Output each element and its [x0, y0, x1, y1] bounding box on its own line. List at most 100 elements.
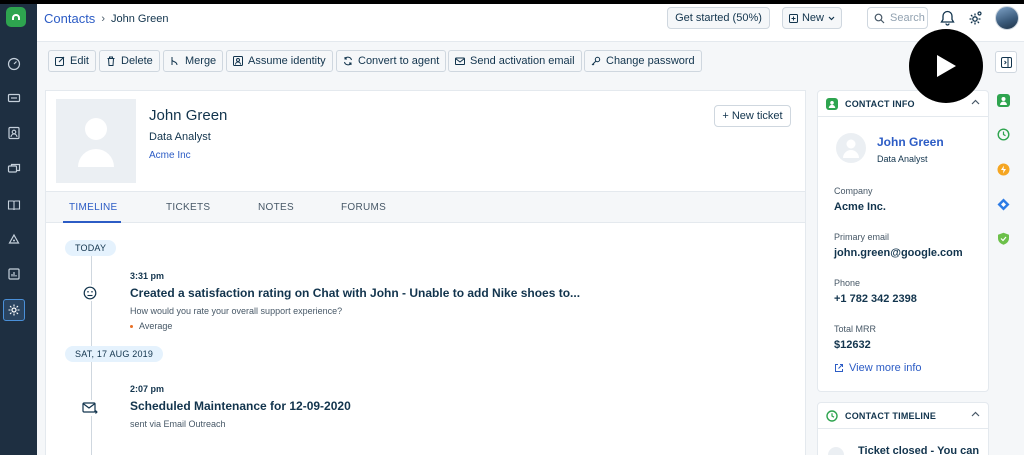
- timeline-day-sat: SAT, 17 AUG 2019: [65, 346, 164, 362]
- email-value: john.green@google.com: [834, 247, 963, 259]
- contact-avatar-placeholder: [836, 133, 866, 163]
- shield-rail-icon[interactable]: [996, 231, 1010, 245]
- plus-box-icon: [788, 13, 798, 23]
- collapse-sidebar-button[interactable]: [995, 51, 1017, 73]
- phone-value: +1 782 342 2398: [834, 293, 917, 305]
- trash-icon: [107, 56, 115, 66]
- person-placeholder-icon: [843, 139, 859, 158]
- send-activation-email-button[interactable]: Send activation email: [448, 50, 582, 72]
- get-started-button[interactable]: Get started (50%): [667, 7, 770, 29]
- contact-info-icon: [826, 97, 838, 110]
- active-tab-indicator: [63, 221, 121, 223]
- notifications-bell-icon[interactable]: [940, 10, 955, 31]
- contacts-icon[interactable]: [7, 126, 21, 140]
- delete-label: Delete: [121, 55, 153, 67]
- convert-to-agent-button[interactable]: Convert to agent: [336, 50, 447, 72]
- clock-icon: [826, 409, 838, 422]
- timeline-time: 2:07 pm: [130, 384, 165, 394]
- timeline-avatar: [828, 447, 844, 455]
- assume-identity-label: Assume identity: [248, 55, 326, 67]
- rating-dot: [130, 325, 133, 329]
- contact-timeline-panel: CONTACT TIMELINE Ticket closed - You can: [817, 402, 989, 455]
- plus-icon: +: [722, 110, 729, 122]
- contact-job-title: Data Analyst: [149, 131, 211, 143]
- dashboard-icon[interactable]: [7, 57, 21, 71]
- freshdesk-logo-icon[interactable]: [6, 7, 26, 27]
- contact-info-panel: CONTACT INFO John Green Data Analyst Com…: [817, 90, 989, 392]
- email-label: Primary email: [834, 232, 890, 242]
- envelope-icon: [455, 57, 465, 65]
- company-label: Company: [834, 186, 873, 196]
- view-more-info-label: View more info: [849, 362, 922, 374]
- mrr-value: $12632: [834, 339, 871, 351]
- delete-button[interactable]: Delete: [99, 50, 160, 72]
- identity-icon: [233, 56, 243, 66]
- chevron-up-icon: [971, 99, 980, 105]
- video-play-button[interactable]: [909, 29, 983, 103]
- left-nav: [0, 4, 37, 455]
- convert-icon: [344, 56, 352, 66]
- tab-tickets[interactable]: TICKETS: [166, 202, 210, 213]
- edit-icon: [55, 56, 65, 66]
- email-out-icon: [82, 400, 98, 416]
- automation-icon[interactable]: [7, 233, 21, 247]
- smiley-icon: [82, 285, 98, 301]
- tab-forums[interactable]: FORUMS: [341, 202, 386, 213]
- view-more-info-link[interactable]: View more info: [834, 362, 922, 374]
- contact-timeline-item[interactable]: Ticket closed - You can: [858, 445, 979, 455]
- contact-info-rail-icon[interactable]: [996, 93, 1010, 107]
- apps-settings-icon[interactable]: [967, 10, 983, 31]
- contact-info-name[interactable]: John Green: [877, 135, 944, 149]
- tickets-icon[interactable]: [7, 91, 21, 105]
- contact-timeline-header[interactable]: CONTACT TIMELINE: [818, 403, 988, 429]
- send-activation-email-label: Send activation email: [470, 55, 575, 67]
- tab-timeline[interactable]: TIMELINE: [69, 202, 118, 213]
- search-icon: [874, 13, 885, 23]
- assume-identity-button[interactable]: Assume identity: [226, 50, 333, 72]
- person-placeholder-icon: [78, 118, 114, 167]
- contact-toolbar: Edit Delete Merge Assume identity Conver…: [37, 42, 817, 82]
- timeline-subtitle: How would you rate your overall support …: [130, 306, 343, 316]
- edit-label: Edit: [70, 55, 89, 67]
- timeline-title[interactable]: Created a satisfaction rating on Chat wi…: [130, 286, 580, 300]
- contact-main-panel: John Green Data Analyst Acme Inc + New t…: [45, 90, 806, 455]
- contact-tabs: TIMELINE TICKETS NOTES FORUMS: [46, 191, 805, 223]
- knowledge-base-icon[interactable]: [7, 198, 21, 212]
- top-header: Contacts › John Green Get started (50%) …: [37, 4, 1024, 42]
- edit-button[interactable]: Edit: [48, 50, 96, 72]
- breadcrumb-current: John Green: [110, 12, 169, 25]
- merge-button[interactable]: Merge: [163, 50, 224, 72]
- new-ticket-label: New ticket: [731, 110, 783, 122]
- search-placeholder: Search: [890, 12, 925, 24]
- timeline-rating-value: Average: [139, 321, 173, 331]
- timeline-title[interactable]: Scheduled Maintenance for 12-09-2020: [130, 399, 351, 413]
- breadcrumb-separator: ›: [101, 12, 105, 25]
- user-avatar[interactable]: [995, 6, 1019, 30]
- merge-label: Merge: [185, 55, 217, 67]
- contact-info-title: Data Analyst: [877, 154, 928, 164]
- contact-photo-placeholder: [56, 99, 136, 183]
- contact-company-link[interactable]: Acme Inc: [149, 150, 191, 161]
- convert-to-agent-label: Convert to agent: [358, 55, 440, 67]
- change-password-button[interactable]: Change password: [584, 50, 702, 72]
- new-button[interactable]: New: [782, 7, 842, 29]
- new-button-label: New: [801, 12, 824, 24]
- lightning-rail-icon[interactable]: [996, 162, 1010, 176]
- diamond-rail-icon[interactable]: [996, 197, 1010, 211]
- admin-settings-icon[interactable]: [7, 303, 21, 317]
- chat-icon[interactable]: [7, 162, 21, 176]
- external-link-icon: [835, 364, 843, 372]
- timeline-time: 3:31 pm: [130, 271, 165, 281]
- breadcrumb: Contacts › John Green: [44, 11, 168, 26]
- company-value: Acme Inc.: [834, 201, 886, 213]
- new-ticket-button[interactable]: + New ticket: [714, 105, 791, 127]
- chevron-up-icon: [971, 411, 980, 417]
- reports-icon[interactable]: [7, 267, 21, 281]
- get-started-label: Get started (50%): [675, 12, 762, 24]
- breadcrumb-contacts-link[interactable]: Contacts: [44, 11, 95, 26]
- timeline-rail-icon[interactable]: [996, 127, 1010, 141]
- panel-collapse-icon: [1000, 56, 1012, 68]
- search-input[interactable]: Search: [867, 7, 928, 29]
- tab-notes[interactable]: NOTES: [258, 202, 294, 213]
- timeline-day-today: TODAY: [65, 240, 117, 256]
